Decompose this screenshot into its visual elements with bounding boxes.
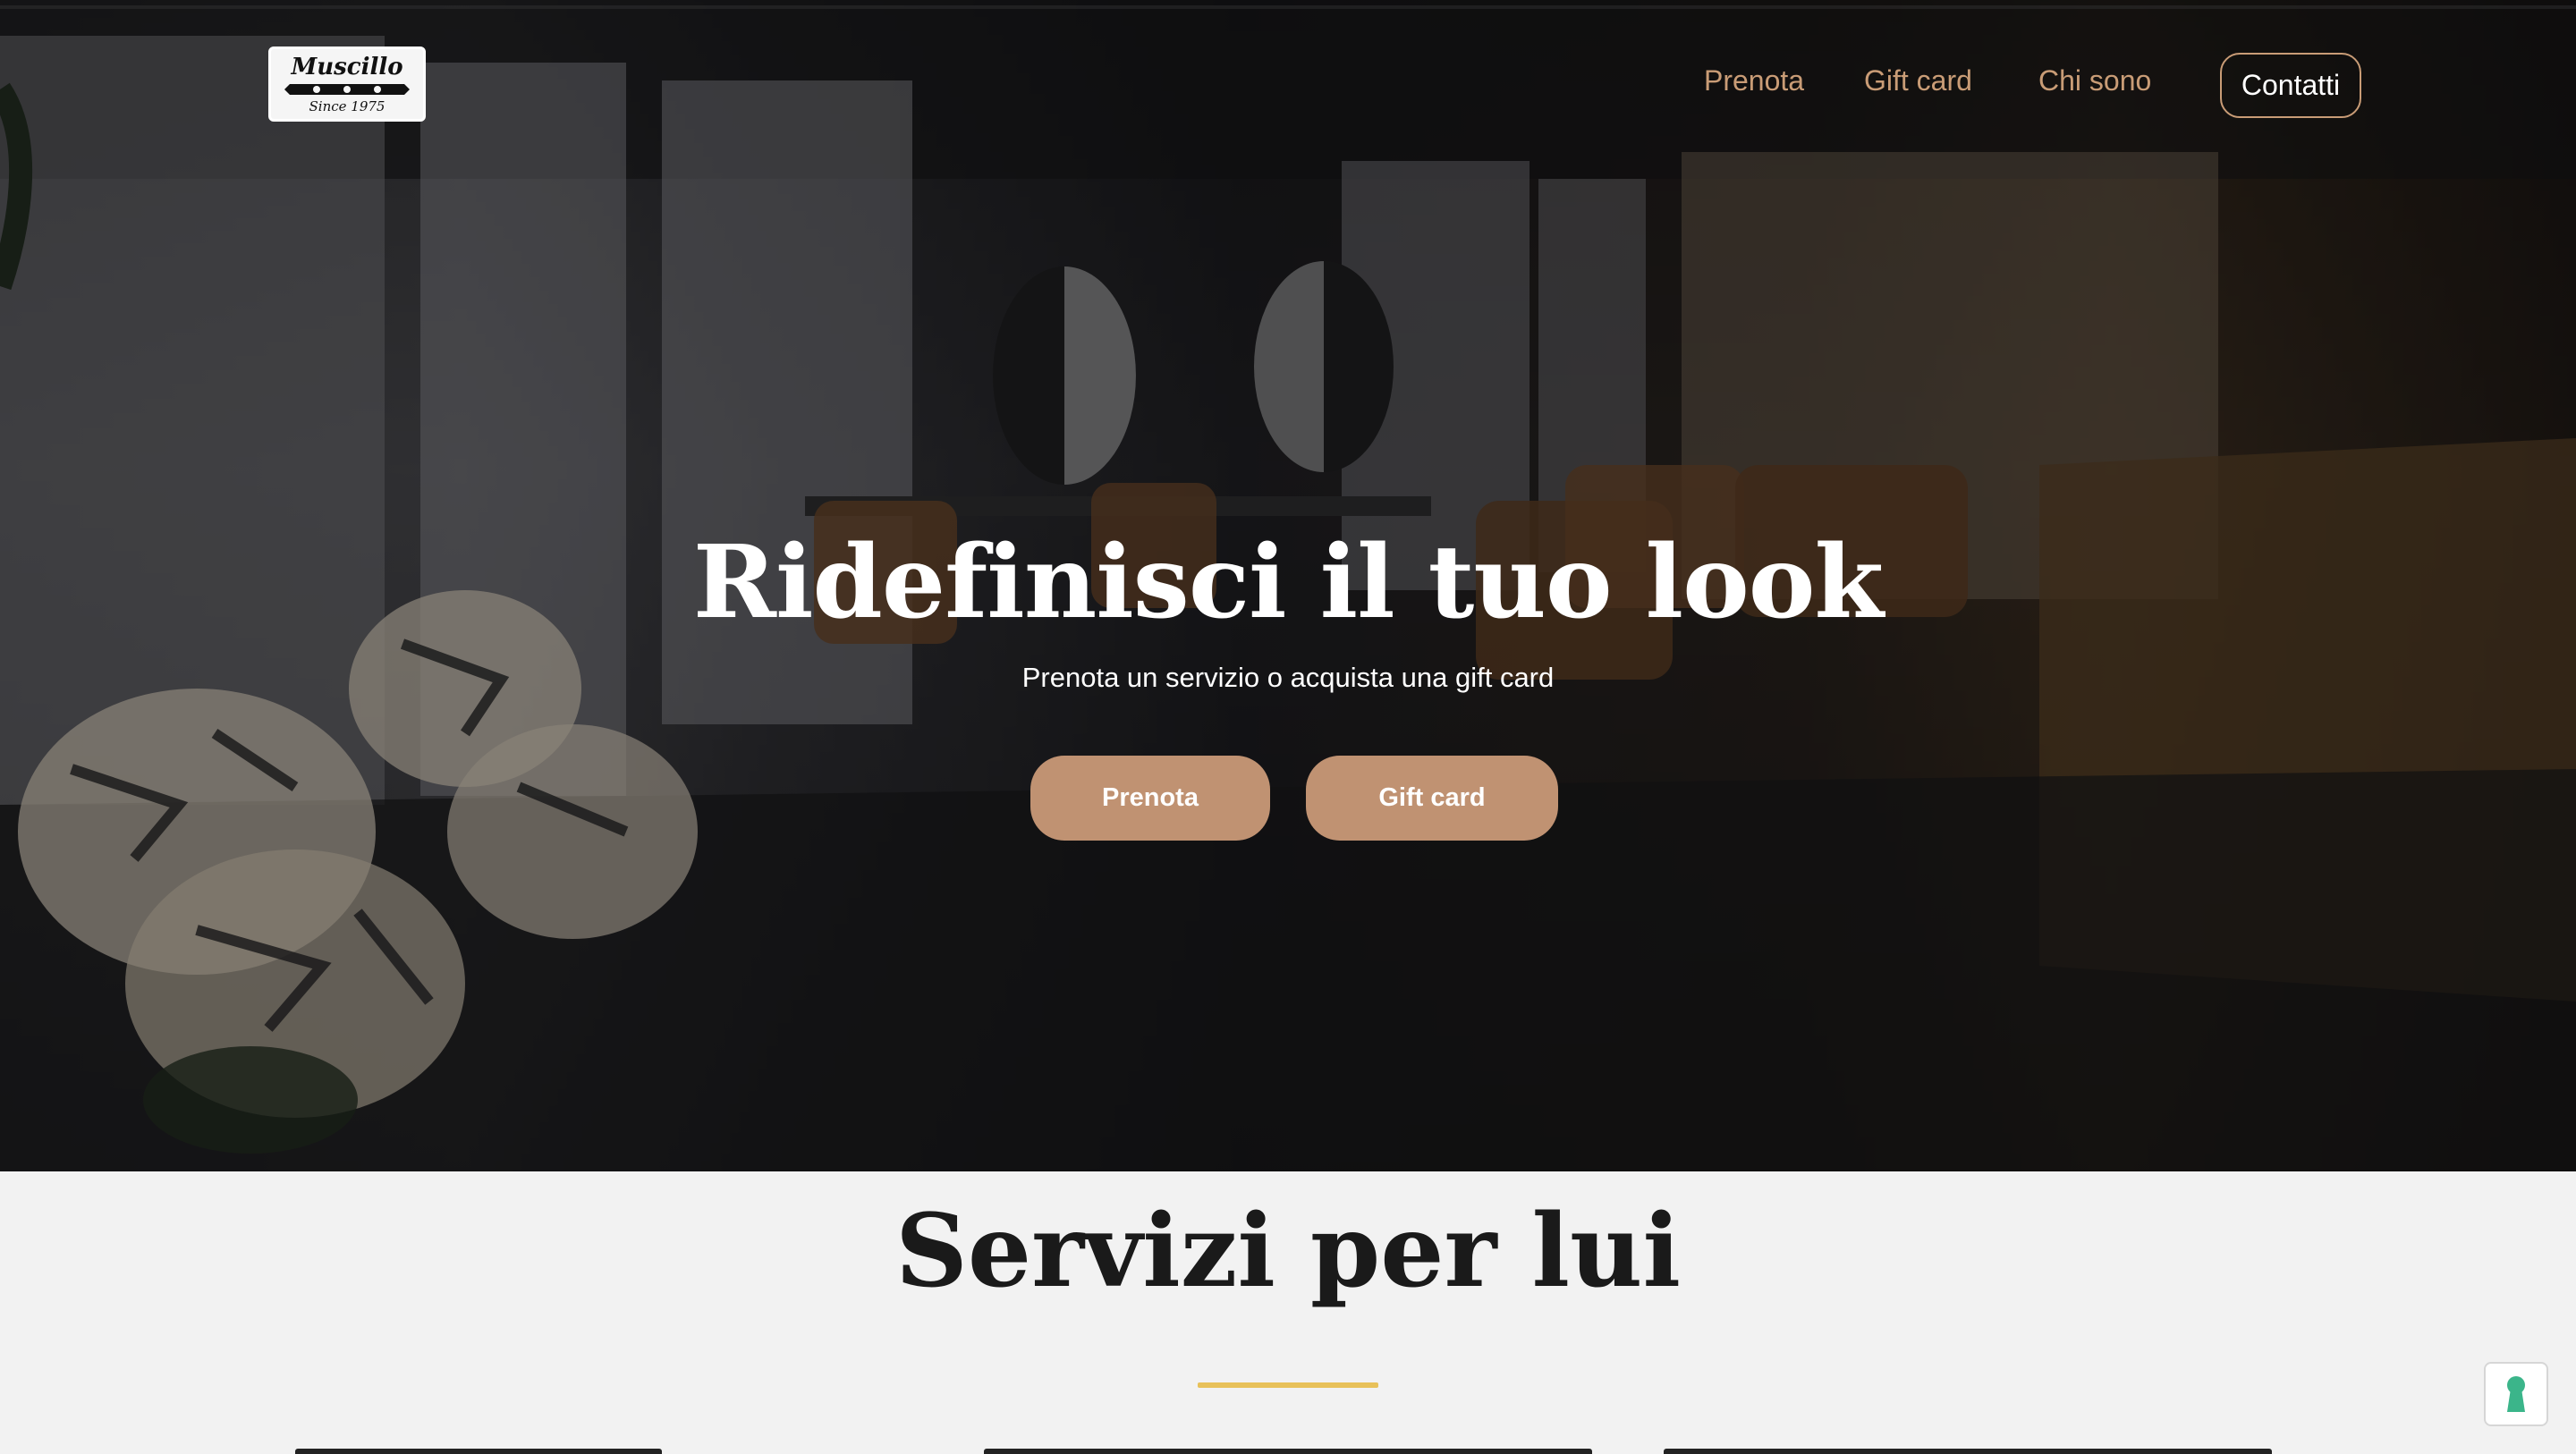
prenota-button[interactable]: Prenota [1030,756,1270,841]
section-divider [1198,1382,1378,1388]
service-cards-row [0,1449,2576,1454]
top-navigation: Muscillo Since 1975 Prenota Gift card Ch… [0,0,2576,170]
muscillo-logo[interactable]: Muscillo Since 1975 [268,46,426,122]
keyhole-icon [2507,1376,2525,1412]
hero-subtitle: Prenota un servizio o acquista una gift … [1021,662,1555,693]
nav-link-chi-sono[interactable]: Chi sono [2038,64,2151,97]
nav-link-gift-card[interactable]: Gift card [1864,64,1972,97]
contatti-button[interactable]: Contatti [2220,53,2361,118]
logo-since-text: Since 1975 [309,97,386,114]
service-card[interactable] [295,1449,662,1454]
service-card[interactable] [1664,1449,2272,1454]
razor-blade-icon [284,83,410,95]
hero-title: Ridefinisci il tuo look [692,524,1884,641]
nav-link-prenota[interactable]: Prenota [1704,64,1804,97]
hero-section: Muscillo Since 1975 Prenota Gift card Ch… [0,0,2576,1171]
services-title: Servizi per lui [894,1193,1681,1310]
gift-card-button[interactable]: Gift card [1306,756,1558,841]
service-card[interactable] [984,1449,1592,1454]
logo-brand-text: Muscillo [291,53,403,80]
privacy-settings-button[interactable] [2484,1362,2548,1426]
